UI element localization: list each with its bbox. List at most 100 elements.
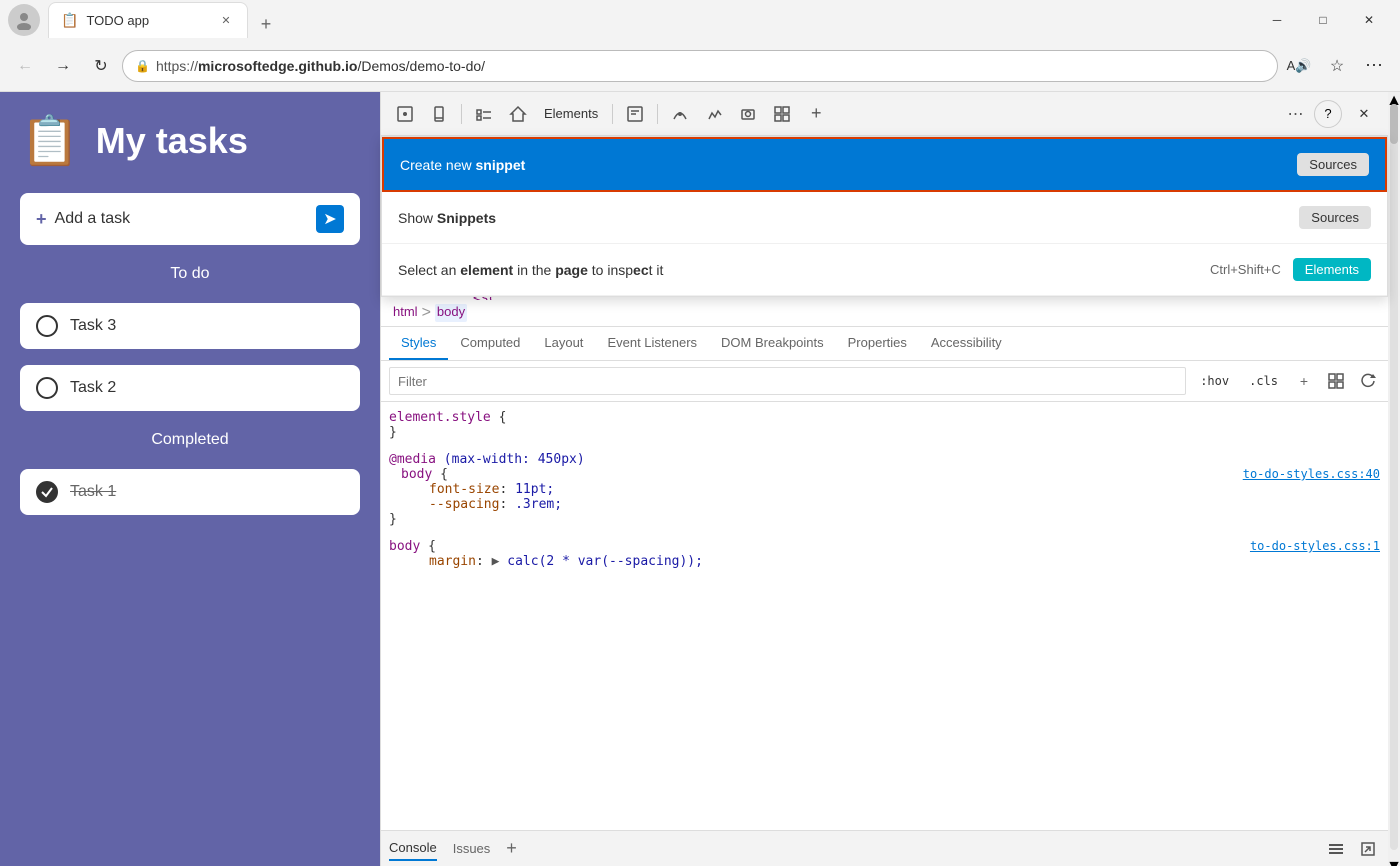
- address-bar[interactable]: 🔒 https://microsoftedge.github.io/Demos/…: [122, 50, 1278, 82]
- inspect-element-button[interactable]: [389, 98, 421, 130]
- task-checkbox[interactable]: [36, 315, 58, 337]
- computed-style-button[interactable]: [1324, 369, 1348, 393]
- show-snippets-item[interactable]: Show Snippets Sources: [382, 192, 1387, 244]
- breadcrumb-html[interactable]: html: [393, 304, 418, 322]
- style-selector-body: body { to-do-styles.css:1: [389, 539, 1380, 554]
- active-tab[interactable]: 📋 TODO app ✕: [48, 2, 248, 38]
- hov-button[interactable]: :hov: [1194, 372, 1235, 390]
- scroll-bottom-arrow[interactable]: ▼: [1386, 858, 1400, 866]
- create-snippet-text: Create new snippet: [400, 157, 1297, 173]
- refresh-style-button[interactable]: [1356, 369, 1380, 393]
- home-icon-button[interactable]: [502, 98, 534, 130]
- task-label: Task 2: [70, 379, 116, 397]
- add-task-button[interactable]: + Add a task ➤: [20, 193, 360, 245]
- style-file-link-2[interactable]: to-do-styles.css:1: [1250, 539, 1380, 553]
- add-style-button[interactable]: +: [1292, 369, 1316, 393]
- style-rule-element: element.style { }: [389, 410, 1380, 440]
- devtools-scrollbar[interactable]: ▲ ▼: [1388, 92, 1400, 866]
- memory-tab-icon[interactable]: [732, 98, 764, 130]
- nav-bar: ← → ↻ 🔒 https://microsoftedge.github.io/…: [0, 40, 1400, 92]
- style-media-query-line: @media (max-width: 450px): [389, 452, 1380, 467]
- tab-computed[interactable]: Computed: [448, 327, 532, 360]
- url-path: /Demos/demo-to-do/: [357, 58, 485, 74]
- url-text: https://microsoftedge.github.io/Demos/de…: [156, 58, 1265, 74]
- url-domain: microsoftedge.github.io: [198, 58, 357, 74]
- show-snippets-sources-badge[interactable]: Sources: [1299, 206, 1371, 229]
- style-close-brace: }: [389, 425, 1380, 440]
- minimize-button[interactable]: ─: [1254, 4, 1300, 36]
- bottom-panel: Styles Computed Layout Event Listeners D…: [381, 327, 1388, 866]
- tab-layout[interactable]: Layout: [532, 327, 595, 360]
- tabs-area: 📋 TODO app ✕ +: [48, 2, 1254, 38]
- create-snippet-item[interactable]: Create new snippet Sources: [382, 137, 1387, 192]
- profile-icon[interactable]: [8, 4, 40, 36]
- new-tab-button[interactable]: +: [252, 10, 280, 38]
- task-checkbox-checked[interactable]: [36, 481, 58, 503]
- network-tab-icon[interactable]: [664, 98, 696, 130]
- add-panel-button[interactable]: +: [800, 98, 832, 130]
- scroll-thumb[interactable]: [1390, 104, 1398, 144]
- select-element-text: Select an element in the page to inspect…: [398, 262, 1210, 278]
- toolbar-separator: [461, 104, 462, 124]
- toolbar-separator-3: [657, 104, 658, 124]
- back-button[interactable]: ←: [8, 49, 42, 83]
- styles-filter-input[interactable]: [389, 367, 1186, 395]
- tab-favicon: 📋: [61, 12, 78, 29]
- read-aloud-button[interactable]: A🔊: [1282, 49, 1316, 83]
- app-logo: 📋: [20, 112, 80, 169]
- style-property-margin: margin: ▶ calc(2 * var(--spacing));: [389, 554, 1380, 569]
- bottom-tabs: Console Issues +: [381, 830, 1388, 866]
- select-element-item[interactable]: Select an element in the page to inspect…: [382, 244, 1387, 296]
- tab-issues[interactable]: Issues: [453, 837, 491, 860]
- styles-panel: :hov .cls + element.style {: [381, 361, 1388, 830]
- add-task-label: Add a task: [55, 210, 308, 228]
- sources-tab-icon[interactable]: [619, 98, 651, 130]
- tab-event-listeners[interactable]: Event Listeners: [595, 327, 709, 360]
- more-button[interactable]: ⋯: [1358, 49, 1392, 83]
- task-checkbox[interactable]: [36, 377, 58, 399]
- device-emulation-button[interactable]: [423, 98, 455, 130]
- list-item[interactable]: Task 3: [20, 303, 360, 349]
- maximize-button[interactable]: □: [1300, 4, 1346, 36]
- show-snippets-bold: Snippets: [437, 210, 496, 226]
- tab-properties[interactable]: Properties: [836, 327, 919, 360]
- todo-section-label: To do: [20, 265, 360, 283]
- elements-tab-icon[interactable]: [468, 98, 500, 130]
- breadcrumb-body[interactable]: body: [435, 304, 467, 322]
- tab-accessibility[interactable]: Accessibility: [919, 327, 1014, 360]
- console-export-button[interactable]: [1356, 837, 1380, 861]
- url-protocol: https://: [156, 58, 198, 74]
- style-close-brace-2: }: [389, 512, 1380, 527]
- favorites-button[interactable]: ☆: [1320, 49, 1354, 83]
- help-button[interactable]: ?: [1314, 100, 1342, 128]
- tab-dom-breakpoints[interactable]: DOM Breakpoints: [709, 327, 836, 360]
- cls-button[interactable]: .cls: [1243, 372, 1284, 390]
- tab-styles[interactable]: Styles: [389, 327, 448, 360]
- refresh-button[interactable]: ↻: [84, 49, 118, 83]
- tab-console[interactable]: Console: [389, 836, 437, 861]
- scroll-top-arrow[interactable]: ▲: [1386, 92, 1400, 100]
- performance-tab-icon[interactable]: [698, 98, 730, 130]
- list-item[interactable]: Task 2: [20, 365, 360, 411]
- devtools-close-button[interactable]: ✕: [1348, 98, 1380, 130]
- select-element-elements-badge[interactable]: Elements: [1293, 258, 1371, 281]
- title-bar: 📋 TODO app ✕ + ─ □ ✕: [0, 0, 1400, 40]
- close-button[interactable]: ✕: [1346, 4, 1392, 36]
- forward-button[interactable]: →: [46, 49, 80, 83]
- list-item[interactable]: Task 1: [20, 469, 360, 515]
- more-tools-button[interactable]: ⋯: [1280, 98, 1312, 130]
- element-breadcrumb: html > body: [381, 300, 1388, 327]
- scroll-track: [1390, 104, 1398, 850]
- browser-window: 📋 TODO app ✕ + ─ □ ✕ ← → ↻ 🔒 https://mic…: [0, 0, 1400, 866]
- bottom-tab-right-controls: [1324, 837, 1380, 861]
- style-rule-body: body { to-do-styles.css:1 margin: ▶ calc…: [389, 539, 1380, 569]
- style-file-link-1[interactable]: to-do-styles.css:40: [1243, 467, 1380, 481]
- create-snippet-sources-badge[interactable]: Sources: [1297, 153, 1369, 176]
- application-tab-icon[interactable]: [766, 98, 798, 130]
- style-property-spacing: --spacing: .3rem;: [389, 497, 1380, 512]
- console-settings-button[interactable]: [1324, 837, 1348, 861]
- tab-close-button[interactable]: ✕: [217, 12, 235, 30]
- create-snippet-bold: snippet: [475, 157, 525, 173]
- elements-tab-label[interactable]: Elements: [536, 106, 606, 121]
- add-tab-button[interactable]: +: [506, 838, 517, 859]
